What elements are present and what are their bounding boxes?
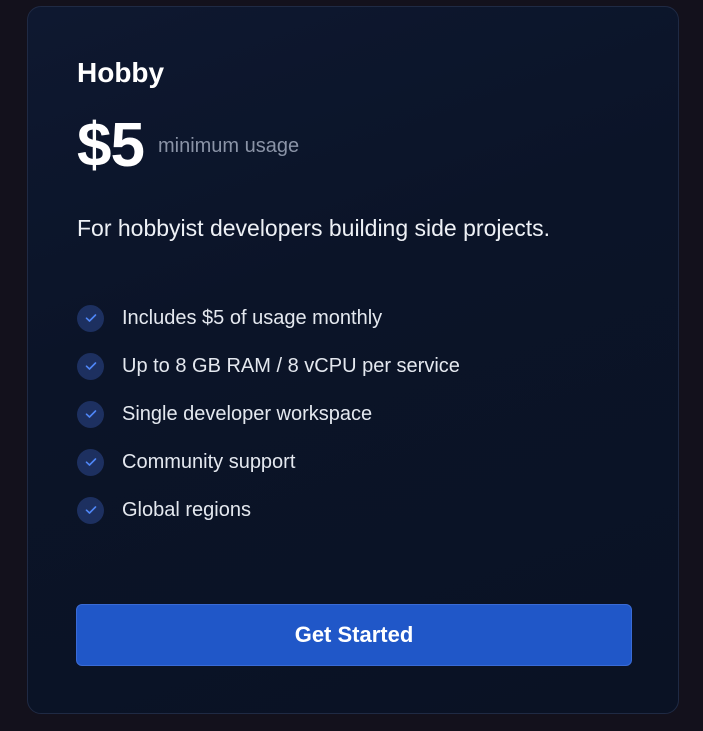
check-icon xyxy=(77,352,104,380)
check-icon xyxy=(77,304,104,332)
feature-item: Global regions xyxy=(77,486,460,534)
feature-label: Single developer workspace xyxy=(122,402,373,425)
feature-item: Single developer workspace xyxy=(77,390,460,438)
feature-item: Up to 8 GB RAM / 8 vCPU per service xyxy=(77,342,460,390)
pricing-card: Hobby $5 minimum usage For hobbyist deve… xyxy=(27,6,679,714)
plan-name: Hobby xyxy=(77,57,165,88)
get-started-button[interactable]: Get Started xyxy=(76,604,632,666)
price-row: $5 minimum usage xyxy=(77,115,299,177)
plan-price: $5 xyxy=(77,111,145,180)
price-note: minimum usage xyxy=(157,135,300,157)
feature-label: Community support xyxy=(122,450,296,473)
check-icon xyxy=(77,400,104,428)
feature-item: Includes $5 of usage monthly xyxy=(77,294,460,342)
feature-label: Includes $5 of usage monthly xyxy=(122,306,383,329)
feature-item: Community support xyxy=(77,438,460,486)
check-icon xyxy=(77,448,104,476)
plan-description: For hobbyist developers building side pr… xyxy=(77,215,551,241)
feature-label: Up to 8 GB RAM / 8 vCPU per service xyxy=(122,354,460,377)
feature-label: Global regions xyxy=(122,498,251,521)
check-icon xyxy=(77,496,104,524)
feature-list: Includes $5 of usage monthly Up to 8 GB … xyxy=(77,294,460,534)
